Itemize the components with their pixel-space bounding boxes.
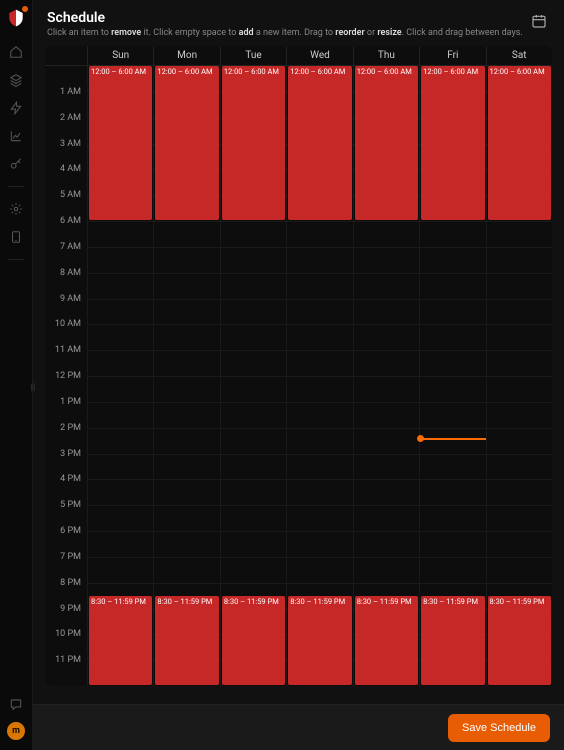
schedule-event[interactable]: 8:30 – 11:59 PM [288,596,351,685]
schedule-event[interactable]: 8:30 – 11:59 PM [421,596,484,685]
day-column[interactable]: 12:00 – 6:00 AM 8:30 – 11:59 PM [486,66,552,686]
day-header-row: Sun Mon Tue Wed Thu Fri Sat [45,46,552,66]
schedule-event[interactable]: 12:00 – 6:00 AM [488,66,551,220]
schedule-event[interactable]: 12:00 – 6:00 AM [222,66,285,220]
day-header: Mon [153,46,219,65]
schedule-event[interactable]: 8:30 – 11:59 PM [155,596,218,685]
save-schedule-button[interactable]: Save Schedule [448,714,550,742]
avatar[interactable]: m [7,722,25,740]
bolt-icon[interactable] [4,96,28,120]
schedule-event[interactable]: 12:00 – 6:00 AM [288,66,351,220]
home-icon[interactable] [4,40,28,64]
time-gutter: 1 AM 2 AM 3 AM 4 AM 5 AM 6 AM 7 AM 8 AM 9 AM 10 A… [45,66,87,686]
day-column[interactable]: 12:00 – 6:00 AM 8:30 – 11:59 PM [419,66,485,686]
hour-label: 9 PM [60,604,81,614]
hour-label: 8 PM [60,578,81,588]
page-header: Schedule Click an item to remove it. Cli… [33,0,564,46]
device-icon[interactable] [4,225,28,249]
day-header: Thu [353,46,419,65]
hour-label: 2 PM [60,423,81,433]
hour-label: 10 AM [55,319,81,329]
sidebar-collapse-handle[interactable]: || [27,378,39,398]
hour-label: 10 PM [55,629,81,639]
sidebar-divider [8,186,24,187]
gear-icon[interactable] [4,197,28,221]
day-column[interactable]: 12:00 – 6:00 AM 8:30 – 11:59 PM [220,66,286,686]
hour-label: 9 AM [60,294,81,304]
hour-label: 6 PM [60,526,81,536]
day-column[interactable]: 12:00 – 6:00 AM 8:30 – 11:59 PM [153,66,219,686]
hour-label: 5 AM [60,190,81,200]
hour-label: 7 PM [60,552,81,562]
chat-icon[interactable] [4,692,28,716]
hour-label: 4 AM [60,164,81,174]
schedule-event[interactable]: 12:00 – 6:00 AM [155,66,218,220]
day-column[interactable]: 12:00 – 6:00 AM 8:30 – 11:59 PM [286,66,352,686]
notification-badge-icon [22,6,28,12]
hour-label: 1 AM [60,87,81,97]
schedule-event[interactable]: 8:30 – 11:59 PM [222,596,285,685]
day-header: Tue [220,46,286,65]
schedule-event[interactable]: 8:30 – 11:59 PM [355,596,418,685]
schedule-event[interactable]: 8:30 – 11:59 PM [488,596,551,685]
hour-label: 3 AM [60,139,81,149]
hour-label: 5 PM [60,500,81,510]
sidebar: m [0,0,33,750]
day-columns[interactable]: 12:00 – 6:00 AM8:30 – 11:59 PM12:00 – 6:… [87,66,552,686]
schedule-event[interactable]: 12:00 – 6:00 AM [89,66,152,220]
page-title: Schedule [47,10,523,26]
day-header: Sat [486,46,552,65]
app-logo[interactable] [6,8,26,28]
day-header: Fri [419,46,485,65]
hour-label: 11 AM [55,345,81,355]
main-panel: Schedule Click an item to remove it. Cli… [33,0,564,750]
hour-label: 2 AM [60,113,81,123]
hour-label: 4 PM [60,474,81,484]
footer-bar: Save Schedule [33,704,564,750]
hour-label: 12 PM [55,371,81,381]
day-header: Sun [87,46,153,65]
hour-label: 7 AM [60,242,81,252]
day-column[interactable]: 12:00 – 6:00 AM 8:30 – 11:59 PM [87,66,153,686]
schedule-event[interactable]: 12:00 – 6:00 AM [355,66,418,220]
hour-label: 6 AM [60,216,81,226]
key-icon[interactable] [4,152,28,176]
hour-label: 3 PM [60,449,81,459]
sidebar-divider [8,259,24,260]
day-column[interactable]: 12:00 – 6:00 AM 8:30 – 11:59 PM [353,66,419,686]
schedule-calendar[interactable]: Sun Mon Tue Wed Thu Fri Sat 1 AM 2 AM 3 AM… [45,46,552,686]
hour-label: 11 PM [55,655,81,665]
hour-label: 8 AM [60,268,81,278]
schedule-event[interactable]: 12:00 – 6:00 AM [421,66,484,220]
calendar-icon[interactable] [528,10,550,32]
current-time-indicator [420,438,485,440]
chart-icon[interactable] [4,124,28,148]
page-subtitle: Click an item to remove it. Click empty … [47,28,523,38]
schedule-event[interactable]: 8:30 – 11:59 PM [89,596,152,685]
layers-icon[interactable] [4,68,28,92]
day-header: Wed [286,46,352,65]
hour-label: 1 PM [60,397,81,407]
